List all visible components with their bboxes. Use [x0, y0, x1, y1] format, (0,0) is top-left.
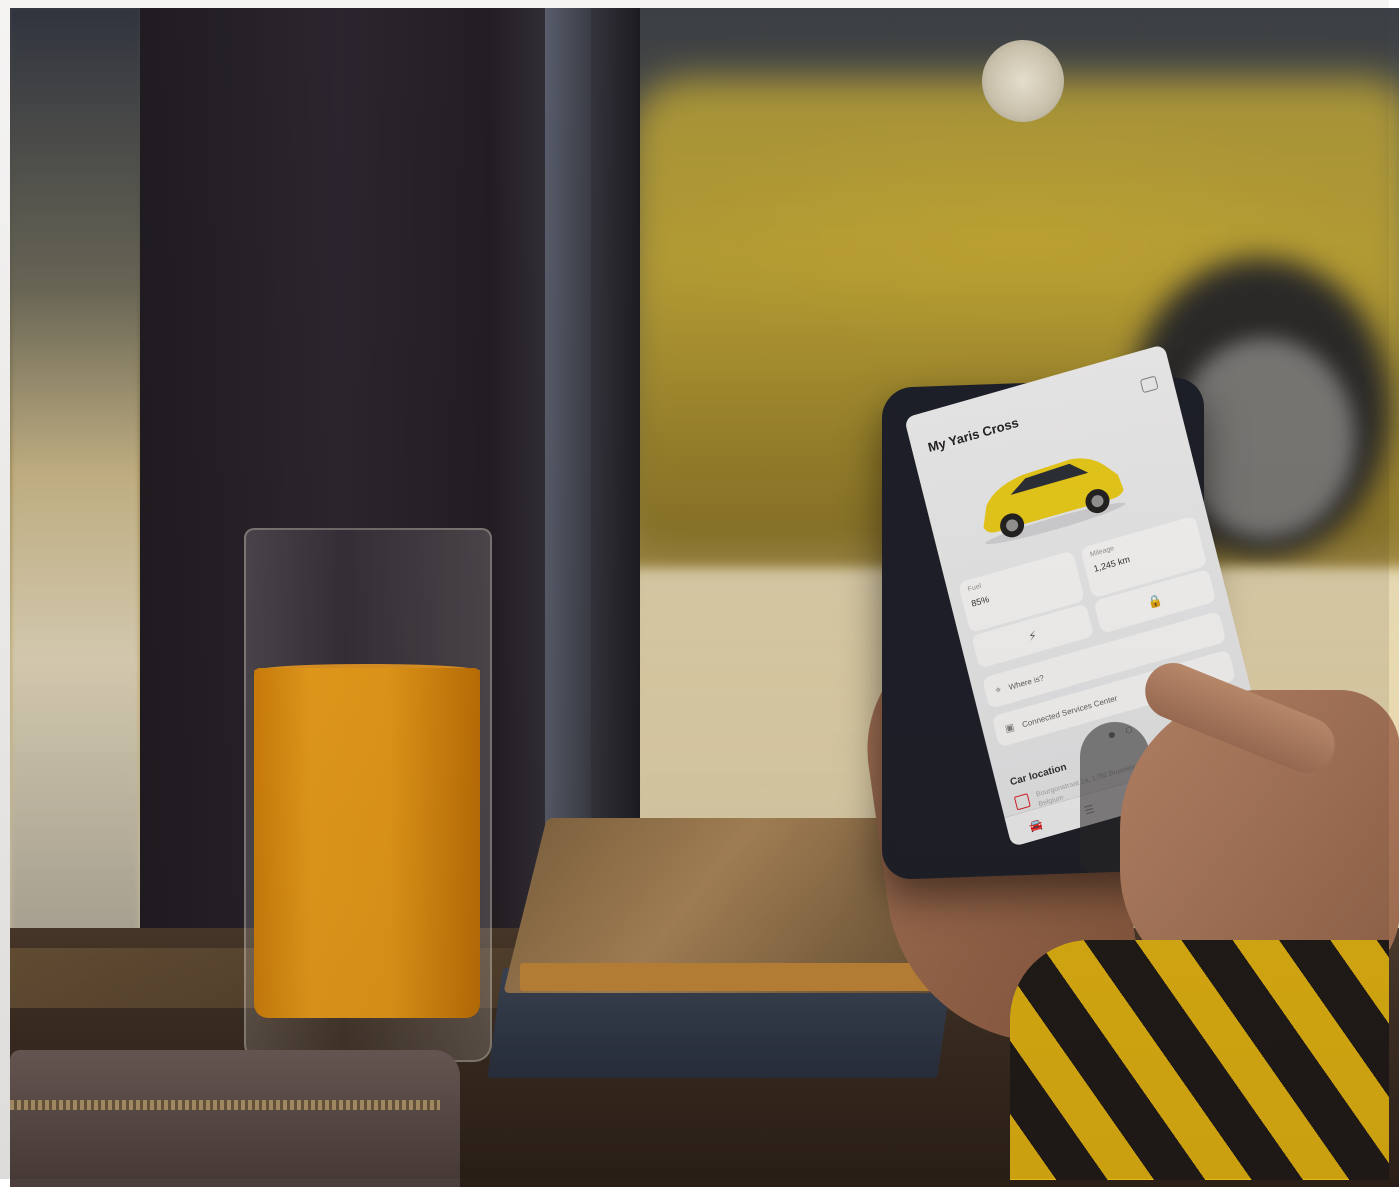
notebook-tan-edge	[520, 963, 940, 991]
wallet	[10, 1050, 460, 1187]
location-icon	[1013, 793, 1031, 811]
wallet-zipper	[10, 1100, 440, 1110]
patterned-sleeve	[1010, 940, 1389, 1180]
connected-services-icon: ▣	[1003, 721, 1016, 735]
notification-icon[interactable]	[1139, 375, 1159, 394]
window-left	[10, 8, 140, 938]
window-pillar-edge	[545, 8, 591, 908]
ceiling-lamp	[982, 40, 1064, 122]
orange-juice	[254, 668, 480, 1018]
app-title: My Yaris Cross	[926, 414, 1021, 455]
where-is-label: Where is?	[1007, 672, 1045, 692]
car-tab-icon[interactable]: 🚘	[1028, 817, 1044, 833]
pin-icon: ⌖	[994, 684, 1003, 697]
car-image	[983, 458, 1126, 545]
